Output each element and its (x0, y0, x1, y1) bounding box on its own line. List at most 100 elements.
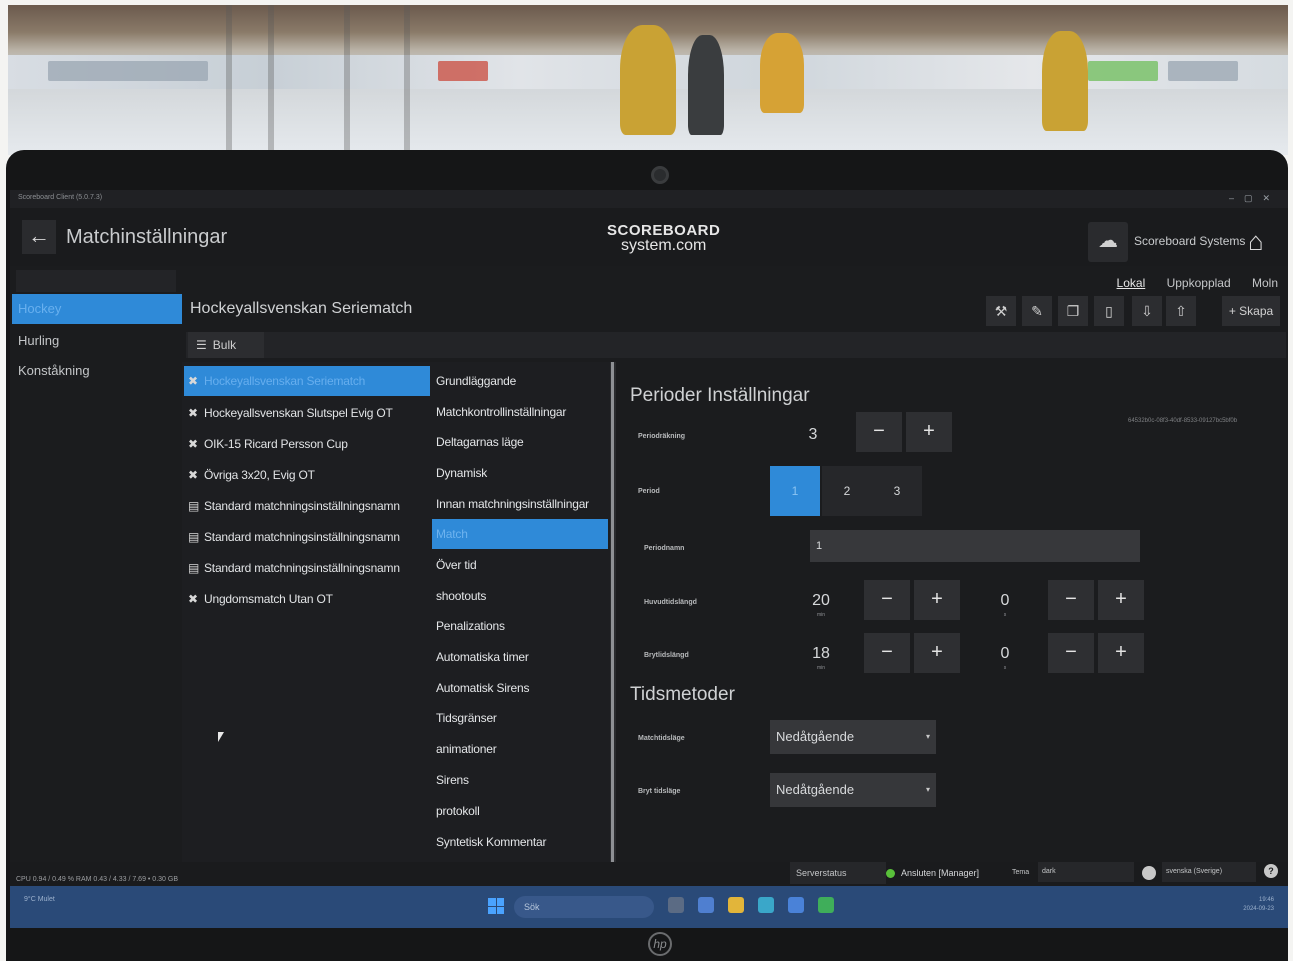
document-icon: ▤ (188, 561, 200, 575)
category-item[interactable]: animationer (432, 734, 608, 764)
list-item[interactable]: ✖ Hockeyallsvenskan Seriematch (184, 366, 430, 396)
config-label: Standard matchningsinställningsnamn (204, 499, 400, 513)
edge-icon[interactable] (758, 897, 774, 913)
back-button[interactable]: ← (22, 220, 56, 254)
help-icon[interactable]: ? (1264, 864, 1278, 878)
main-seconds-increment[interactable]: + (1098, 580, 1144, 620)
scoreboard-app-icon[interactable] (818, 897, 834, 913)
list-item[interactable]: ✖ Hockeyallsvenskan Slutspel Evig OT (184, 398, 430, 428)
category-item[interactable]: Automatisk Sirens (432, 673, 608, 703)
period-option-1[interactable]: 1 (770, 466, 820, 516)
theme-label: Tema (1012, 869, 1030, 876)
break-time-mode-select[interactable]: Nedåtgående ▾ (770, 773, 936, 807)
store-icon[interactable] (788, 897, 804, 913)
category-item[interactable]: Deltagarnas läge (432, 427, 608, 457)
category-item[interactable]: Dynamisk (432, 458, 608, 488)
windows-start-icon[interactable] (488, 898, 504, 914)
period-count-decrement[interactable]: − (856, 412, 902, 452)
break-minutes-increment[interactable]: + (914, 633, 960, 673)
teams-icon[interactable] (698, 897, 714, 913)
edit-button[interactable]: ✎ (1022, 296, 1052, 326)
category-item[interactable]: Match (432, 519, 608, 549)
sidebar-item-hurling[interactable]: Hurling (12, 326, 182, 356)
advertisement-board (1088, 61, 1158, 81)
wrench-cross-icon: ✖ (188, 406, 198, 420)
player-figure (760, 33, 804, 113)
list-item[interactable]: ✖ OIK-15 Ricard Persson Cup (184, 429, 430, 459)
cloud-button[interactable]: ☁ (1088, 222, 1128, 262)
list-item[interactable]: ▤ Standard matchningsinställningsnamn (184, 491, 430, 521)
period-option-3[interactable]: 3 (872, 466, 922, 516)
match-time-mode-select[interactable]: Nedåtgående ▾ (770, 720, 936, 754)
sidebar-item-konstakning[interactable]: Konståkning (12, 356, 182, 386)
list-item[interactable]: ▤ Standard matchningsinställningsnamn (184, 553, 430, 583)
delete-button[interactable]: ▯ (1094, 296, 1124, 326)
tab-moln[interactable]: Moln (1252, 276, 1278, 290)
wrench-button[interactable]: ⚒ (986, 296, 1016, 326)
clock-time: 19:46 (1258, 897, 1274, 903)
import-button[interactable]: ⇩ (1132, 296, 1162, 326)
task-view-icon[interactable] (668, 897, 684, 913)
server-status-label: Serverstatus (790, 862, 886, 884)
theme-select[interactable]: dark (1038, 862, 1134, 882)
wrench-cross-icon: ✖ (188, 374, 198, 388)
weather-widget[interactable]: 9°C Mulet (24, 896, 55, 903)
period-count-increment[interactable]: + (906, 412, 952, 452)
taskbar-search[interactable]: Sök (514, 896, 654, 918)
category-item[interactable]: Innan matchningsinställningar (432, 489, 608, 519)
copy-button[interactable]: ❐ (1058, 296, 1088, 326)
bulk-button[interactable]: ☰ Bulk (188, 332, 264, 358)
export-button[interactable]: ⇧ (1166, 296, 1196, 326)
create-button[interactable]: + Skapa (1222, 296, 1280, 326)
break-seconds-decrement[interactable]: − (1048, 633, 1094, 673)
connection-status: Ansluten [Manager] (886, 862, 979, 884)
list-icon: ☰ (196, 338, 207, 352)
webcam (651, 166, 669, 184)
period-name-input[interactable]: 1 (810, 530, 1140, 562)
category-item[interactable]: shootouts (432, 581, 608, 611)
app-header: ← Matchinställningar SCOREBOARD system.c… (10, 208, 1288, 266)
connection-label: Ansluten [Manager] (901, 868, 980, 878)
category-item[interactable]: Tidsgränser (432, 703, 608, 733)
advertisement-board (1168, 61, 1238, 81)
list-item[interactable]: ✖ Övriga 3x20, Evig OT (184, 460, 430, 490)
category-item[interactable]: Penalizations (432, 611, 608, 641)
sidebar-item-hockey[interactable]: Hockey (12, 294, 182, 324)
main-seconds-decrement[interactable]: − (1048, 580, 1094, 620)
category-item[interactable]: protokoll (432, 796, 608, 826)
config-label: Ungdomsmatch Utan OT (204, 592, 333, 606)
wrench-cross-icon: ✖ (188, 468, 198, 482)
category-item[interactable]: Automatiska timer (432, 642, 608, 672)
sport-sidebar: Hockey Hurling Konståkning (10, 266, 182, 886)
period-option-2[interactable]: 2 (822, 466, 872, 516)
category-item[interactable]: Sirens (432, 765, 608, 795)
language-select[interactable]: svenska (Sverige) (1162, 862, 1256, 882)
tab-uppkopplad[interactable]: Uppkopplad (1167, 276, 1231, 290)
main-minutes-increment[interactable]: + (914, 580, 960, 620)
system-tray-clock[interactable]: 19:46 2024-09-23 (1243, 896, 1274, 914)
home-icon[interactable]: ⌂ (1248, 226, 1264, 257)
break-length-minutes-unit: min (816, 665, 826, 671)
category-list: Grundläggande Matchkontrollinställningar… (432, 362, 610, 862)
category-item[interactable]: Över tid (432, 550, 608, 580)
file-explorer-icon[interactable] (728, 897, 744, 913)
advertisement-board (438, 61, 488, 81)
clock-date: 2024-09-23 (1243, 906, 1274, 912)
sport-search-field[interactable] (16, 270, 176, 292)
glass-frame (344, 5, 350, 155)
window-controls[interactable]: –▢✕ (1229, 193, 1280, 204)
category-item[interactable]: Matchkontrollinställningar (432, 397, 608, 427)
window-title: Scoreboard Client (5.0.7.3) (18, 194, 103, 201)
create-label: Skapa (1239, 304, 1274, 318)
category-item[interactable]: Grundläggande (432, 366, 608, 396)
list-item[interactable]: ✖ Ungdomsmatch Utan OT (184, 584, 430, 614)
break-seconds-increment[interactable]: + (1098, 633, 1144, 673)
main-minutes-decrement[interactable]: − (864, 580, 910, 620)
list-item[interactable]: ▤ Standard matchningsinställningsnamn (184, 522, 430, 552)
category-item[interactable]: Syntetisk Kommentar (432, 827, 608, 857)
break-minutes-decrement[interactable]: − (864, 633, 910, 673)
mode-tabs: Lokal Uppkopplad Moln (1107, 276, 1278, 290)
tab-lokal[interactable]: Lokal (1117, 276, 1146, 290)
page-title: Matchinställningar (66, 226, 228, 248)
period-count-value: 3 (808, 426, 818, 443)
